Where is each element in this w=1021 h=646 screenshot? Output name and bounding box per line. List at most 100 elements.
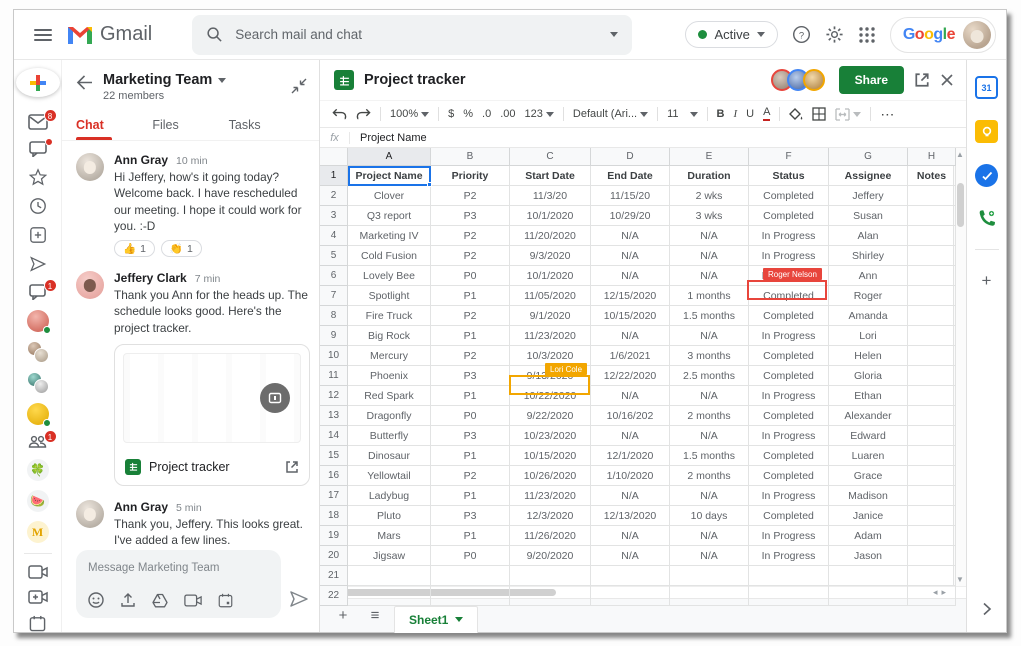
cell-G1[interactable]: Assignee <box>829 166 908 186</box>
cell-E8[interactable]: 1.5 months <box>670 306 749 326</box>
status-selector[interactable]: Active <box>685 21 777 48</box>
cell-A9[interactable]: Big Rock <box>348 326 431 346</box>
close-sheet-icon[interactable] <box>940 73 954 87</box>
cell-A8[interactable]: Fire Truck <box>348 306 431 326</box>
borders-button[interactable] <box>812 107 826 121</box>
cell-C9[interactable]: 11/23/2020 <box>510 326 591 346</box>
column-header-E[interactable]: E <box>670 148 749 166</box>
cell-E20[interactable]: N/A <box>670 546 749 566</box>
avatar-ann-gray[interactable] <box>76 500 104 528</box>
reaction-chip[interactable]: 👍1 <box>114 240 155 257</box>
cell-D3[interactable]: 10/29/20 <box>591 206 670 226</box>
row-header-1[interactable]: 1 <box>320 166 348 186</box>
cell-A3[interactable]: Q3 report <box>348 206 431 226</box>
cell-B16[interactable]: P2 <box>431 466 510 486</box>
cell-A21[interactable] <box>348 566 431 586</box>
cell-A20[interactable]: Jigsaw <box>348 546 431 566</box>
all-sheets-button[interactable]: ≡ <box>362 607 388 624</box>
cell-B17[interactable]: P1 <box>431 486 510 506</box>
meet-join-meeting-button[interactable] <box>27 590 49 604</box>
contact-avatar-1[interactable] <box>27 311 49 331</box>
formula-input[interactable]: Project Name <box>350 132 427 144</box>
help-button[interactable]: ? <box>792 25 811 44</box>
cell-F19[interactable]: In Progress <box>749 526 829 546</box>
cell-E4[interactable]: N/A <box>670 226 749 246</box>
column-header-D[interactable]: D <box>591 148 670 166</box>
spreadsheet-grid[interactable]: ABCDEFGH 1Project NamePriorityStart Date… <box>320 148 953 586</box>
settings-button[interactable] <box>825 25 844 44</box>
row-header-4[interactable]: 4 <box>320 226 348 246</box>
cell-B21[interactable] <box>431 566 510 586</box>
cell-F22[interactable] <box>749 586 829 606</box>
cell-A4[interactable]: Marketing IV <box>348 226 431 246</box>
share-button[interactable]: Share <box>839 66 904 94</box>
cell-G18[interactable]: Janice <box>829 506 908 526</box>
contact-avatar-2[interactable] <box>27 404 49 424</box>
avatar-ann-gray[interactable] <box>76 153 104 181</box>
cell-D22[interactable] <box>591 586 670 606</box>
cell-G20[interactable]: Jason <box>829 546 908 566</box>
emoji-icon[interactable] <box>88 592 104 608</box>
video-icon[interactable] <box>184 594 202 607</box>
calendar-addon-icon[interactable]: 31 <box>975 76 998 99</box>
cell-E19[interactable]: N/A <box>670 526 749 546</box>
cell-D1[interactable]: End Date <box>591 166 670 186</box>
row-header-15[interactable]: 15 <box>320 446 348 466</box>
cell-H14[interactable] <box>908 426 956 446</box>
row-header-13[interactable]: 13 <box>320 406 348 426</box>
collapse-side-panel-icon[interactable] <box>982 602 992 616</box>
cell-D16[interactable]: 1/10/2020 <box>591 466 670 486</box>
cell-C17[interactable]: 11/23/2020 <box>510 486 591 506</box>
font-size-select[interactable]: 11 <box>667 108 697 120</box>
cell-G8[interactable]: Amanda <box>829 306 908 326</box>
row-header-17[interactable]: 17 <box>320 486 348 506</box>
chat-nav-button[interactable] <box>27 141 49 157</box>
row-header-8[interactable]: 8 <box>320 306 348 326</box>
cell-A12[interactable]: Red Spark <box>348 386 431 406</box>
row-header-22[interactable]: 22 <box>320 586 348 606</box>
upload-icon[interactable] <box>120 592 136 608</box>
cell-F3[interactable]: Completed <box>749 206 829 226</box>
cell-A19[interactable]: Mars <box>348 526 431 546</box>
cell-H3[interactable] <box>908 206 956 226</box>
message-input[interactable]: Message Marketing Team <box>76 550 281 618</box>
cell-B5[interactable]: P2 <box>431 246 510 266</box>
cell-G4[interactable]: Alan <box>829 226 908 246</box>
font-select[interactable]: Default (Ari... <box>573 108 648 120</box>
cell-C21[interactable] <box>510 566 591 586</box>
cell-B8[interactable]: P2 <box>431 306 510 326</box>
cell-C20[interactable]: 9/20/2020 <box>510 546 591 566</box>
send-button[interactable] <box>289 590 309 618</box>
cell-F12[interactable]: In Progress <box>749 386 829 406</box>
cell-C14[interactable]: 10/23/2020 <box>510 426 591 446</box>
cell-H9[interactable] <box>908 326 956 346</box>
search-input[interactable]: Search mail and chat <box>192 15 632 55</box>
cell-F17[interactable]: In Progress <box>749 486 829 506</box>
cell-D19[interactable]: N/A <box>591 526 670 546</box>
format-currency-button[interactable]: $ <box>448 108 454 120</box>
keep-addon-icon[interactable] <box>975 120 998 143</box>
column-header-C[interactable]: C <box>510 148 591 166</box>
cell-B6[interactable]: P0 <box>431 266 510 286</box>
cell-G7[interactable]: Roger <box>829 286 908 306</box>
tab-chat[interactable]: Chat <box>76 112 152 140</box>
space-title-menu[interactable]: Marketing Team <box>103 72 281 88</box>
row-header-9[interactable]: 9 <box>320 326 348 346</box>
cell-G22[interactable] <box>829 586 908 606</box>
row-header-21[interactable]: 21 <box>320 566 348 586</box>
cell-A7[interactable]: Spotlight <box>348 286 431 306</box>
cell-D11[interactable]: 12/22/2020 <box>591 366 670 386</box>
cell-B12[interactable]: P1 <box>431 386 510 406</box>
cell-E15[interactable]: 1.5 months <box>670 446 749 466</box>
cell-F20[interactable]: In Progress <box>749 546 829 566</box>
cell-D10[interactable]: 1/6/2021 <box>591 346 670 366</box>
column-header-F[interactable]: F <box>749 148 829 166</box>
cell-G17[interactable]: Madison <box>829 486 908 506</box>
cell-E10[interactable]: 3 months <box>670 346 749 366</box>
cell-B11[interactable]: P3 <box>431 366 510 386</box>
cell-G3[interactable]: Susan <box>829 206 908 226</box>
row-header-5[interactable]: 5 <box>320 246 348 266</box>
search-options-icon[interactable] <box>610 32 618 37</box>
undo-button[interactable] <box>332 108 347 120</box>
cell-H17[interactable] <box>908 486 956 506</box>
